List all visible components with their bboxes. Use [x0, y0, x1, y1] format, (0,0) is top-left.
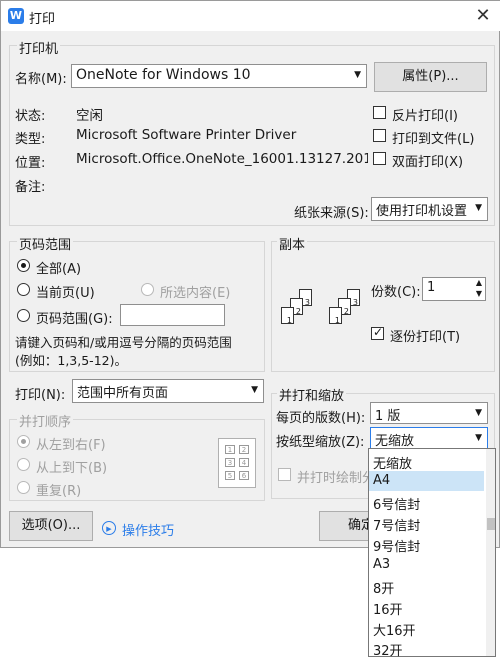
range-current-radio[interactable] — [17, 283, 30, 296]
duplex-checkbox[interactable] — [373, 152, 386, 165]
draw-borders-label: 并打时绘制分 — [297, 471, 376, 486]
reverse-print-label: 反片打印(I) — [392, 109, 458, 124]
dropdown-item[interactable]: 7号信封 — [373, 515, 420, 534]
properties-button[interactable]: 属性(P)... — [374, 62, 487, 92]
draw-borders-checkbox — [278, 468, 291, 481]
tips-icon: ▶ — [102, 521, 116, 535]
range-pages-label: 页码范围(G): — [36, 312, 113, 327]
dropdown-item[interactable]: 16开 — [373, 599, 403, 618]
dropdown-item[interactable]: 6号信封 — [373, 494, 420, 513]
collate-label: 逐份打印(T) — [390, 330, 461, 345]
printer-name-label: 名称(M): — [15, 72, 67, 87]
print-to-file-label: 打印到文件(L) — [392, 132, 475, 147]
order-ltr-radio — [17, 435, 30, 448]
dropdown-scroll-thumb[interactable] — [487, 518, 495, 530]
page-range-title: 页码范围 — [17, 234, 74, 253]
order-ltr-label: 从左到右(F) — [36, 438, 106, 453]
spin-down-icon[interactable]: ▼ — [476, 289, 482, 298]
order-repeat-radio — [17, 481, 30, 494]
options-button[interactable]: 选项(O)... — [9, 511, 93, 541]
dropdown-item[interactable]: 无缩放 — [373, 453, 412, 472]
dropdown-item[interactable]: 9号信封 — [373, 536, 420, 555]
scale-select[interactable]: 无缩放 ▼ — [370, 427, 488, 449]
printer-group-title: 打印机 — [17, 38, 61, 57]
w-app-icon: W — [8, 8, 24, 24]
status-label: 状态: — [15, 109, 46, 124]
location-label: 位置: — [15, 156, 46, 171]
chevron-down-icon: ▼ — [475, 203, 482, 213]
title-bar: W 打印 ✕ — [1, 1, 500, 31]
printer-name-select[interactable]: OneNote for Windows 10 ▼ — [71, 64, 367, 88]
print-what-value: 范围中所有页面 — [77, 386, 169, 401]
spin-up-icon[interactable]: ▲ — [476, 278, 482, 287]
pages-per-sheet-select[interactable]: 1 版 ▼ — [370, 402, 488, 424]
chevron-down-icon: ▼ — [354, 70, 361, 80]
order-preview-icon: 1 2 3 4 5 6 — [218, 438, 256, 488]
copies-count-input[interactable]: 1 ▲ ▼ — [422, 277, 486, 301]
reverse-print-checkbox[interactable] — [373, 106, 386, 119]
chevron-down-icon: ▼ — [251, 385, 258, 395]
order-ttb-radio — [17, 458, 30, 471]
tips-link[interactable]: 操作技巧 — [122, 520, 174, 539]
dropdown-item[interactable]: 8开 — [373, 578, 394, 597]
order-ttb-label: 从上到下(B) — [36, 461, 108, 476]
collate-stack-icon-1: 3 2 1 — [281, 289, 321, 335]
copies-count-label: 份数(C): — [371, 285, 421, 300]
copies-count-value: 1 — [427, 280, 436, 295]
pages-per-sheet-label: 每页的版数(H): — [276, 411, 366, 426]
range-pages-radio[interactable] — [17, 309, 30, 322]
dropdown-item[interactable]: 大16开 — [373, 620, 416, 639]
printer-name-value: OneNote for Windows 10 — [76, 67, 251, 83]
chevron-down-icon: ▼ — [475, 408, 482, 418]
scale-label: 按纸型缩放(Z): — [276, 435, 365, 450]
range-current-label: 当前页(U) — [36, 286, 95, 301]
scale-dropdown-list: 无缩放 A4 6号信封 7号信封 9号信封 A3 8开 16开 大16开 32开 — [368, 448, 496, 659]
print-what-select[interactable]: 范围中所有页面 ▼ — [72, 379, 264, 403]
print-to-file-checkbox[interactable] — [373, 129, 386, 142]
collate-checkbox[interactable] — [371, 325, 384, 340]
type-value: Microsoft Software Printer Driver — [76, 127, 297, 143]
range-selection-label: 所选内容(E) — [160, 286, 231, 301]
range-hint-line2: (例如：1,3,5-12)。 — [15, 353, 127, 368]
collate-stack-icon-2: 3 2 1 — [329, 289, 369, 335]
comment-label: 备注: — [15, 180, 46, 195]
order-title: 并打顺序 — [17, 411, 74, 430]
dropdown-item-selected[interactable]: A4 — [369, 471, 484, 491]
range-all-radio[interactable] — [17, 259, 30, 272]
chevron-down-icon: ▼ — [475, 433, 482, 443]
pages-per-sheet-value: 1 版 — [375, 409, 401, 424]
order-repeat-label: 重复(R) — [36, 484, 82, 499]
status-value: 空闲 — [76, 108, 103, 124]
dropdown-item[interactable]: 32开 — [373, 640, 403, 659]
dropdown-scrollbar[interactable] — [486, 449, 495, 656]
duplex-label: 双面打印(X) — [392, 155, 464, 170]
type-label: 类型: — [15, 132, 46, 147]
paper-source-value: 使用打印机设置 — [376, 204, 468, 219]
location-value: Microsoft.Office.OneNote_16001.13127.201… — [76, 151, 368, 167]
close-icon[interactable]: ✕ — [471, 4, 495, 28]
paper-source-label: 纸张来源(S): — [294, 206, 369, 221]
range-hint-line1: 请键入页码和/或用逗号分隔的页码范围 — [15, 335, 232, 350]
page-range-input[interactable] — [120, 304, 225, 326]
range-all-label: 全部(A) — [36, 262, 82, 277]
dropdown-item[interactable]: A3 — [373, 557, 390, 572]
paper-source-select[interactable]: 使用打印机设置 ▼ — [371, 197, 488, 221]
print-what-label: 打印(N): — [15, 388, 66, 403]
window-title: 打印 — [29, 12, 56, 27]
copies-title: 副本 — [277, 234, 308, 253]
scale-value: 无缩放 — [375, 434, 415, 449]
range-selection-radio — [141, 283, 154, 296]
zoom-title: 并打和缩放 — [277, 385, 347, 404]
